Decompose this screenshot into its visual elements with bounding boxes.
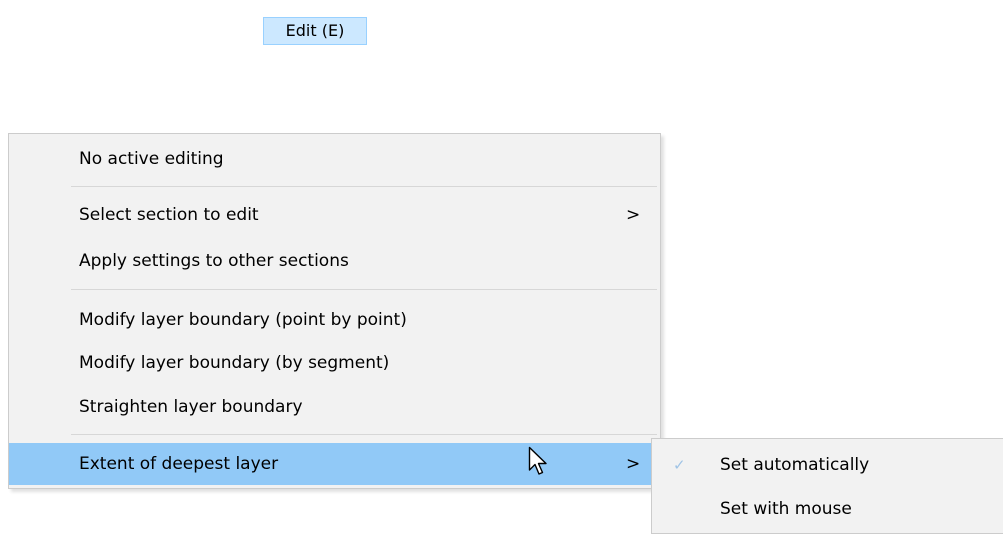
submenu-item-label: Set automatically	[720, 455, 870, 475]
edit-menu-label: Edit (E)	[285, 21, 345, 40]
menu-separator	[71, 434, 657, 435]
menu-item-extent-deepest-layer[interactable]: Extent of deepest layer >	[9, 443, 660, 485]
mouse-pointer-icon	[528, 446, 547, 475]
menu-item-apply-settings[interactable]: Apply settings to other sections	[9, 240, 660, 282]
menu-item-label: Straighten layer boundary	[79, 397, 303, 417]
menu-separator	[71, 289, 657, 290]
chevron-right-icon: >	[626, 454, 641, 474]
menu-item-label: Apply settings to other sections	[79, 251, 349, 271]
extent-submenu: ✓ Set automatically Set with mouse	[651, 438, 1003, 534]
menu-separator	[71, 186, 657, 187]
chevron-right-icon: >	[626, 205, 641, 225]
submenu-item-set-with-mouse[interactable]: Set with mouse	[652, 486, 1003, 532]
menu-item-label: Extent of deepest layer	[79, 454, 279, 474]
menu-item-label: Select section to edit	[79, 205, 259, 225]
menu-item-label: Modify layer boundary (point by point)	[79, 310, 407, 330]
edit-dropdown-menu: No active editing Select section to edit…	[8, 133, 661, 489]
menu-item-label: Modify layer boundary (by segment)	[79, 353, 390, 373]
menu-item-modify-by-segment[interactable]: Modify layer boundary (by segment)	[9, 342, 660, 384]
menu-item-select-section[interactable]: Select section to edit >	[9, 194, 660, 236]
menu-item-label: No active editing	[79, 149, 224, 169]
menu-item-modify-point-by-point[interactable]: Modify layer boundary (point by point)	[9, 299, 660, 341]
submenu-item-set-automatically[interactable]: ✓ Set automatically	[652, 442, 1003, 488]
checkmark-icon: ✓	[673, 456, 686, 474]
submenu-item-label: Set with mouse	[720, 499, 852, 519]
menu-item-straighten-boundary[interactable]: Straighten layer boundary	[9, 386, 660, 428]
menu-item-no-active-editing[interactable]: No active editing	[9, 138, 660, 180]
edit-menu-button[interactable]: Edit (E)	[263, 17, 367, 45]
